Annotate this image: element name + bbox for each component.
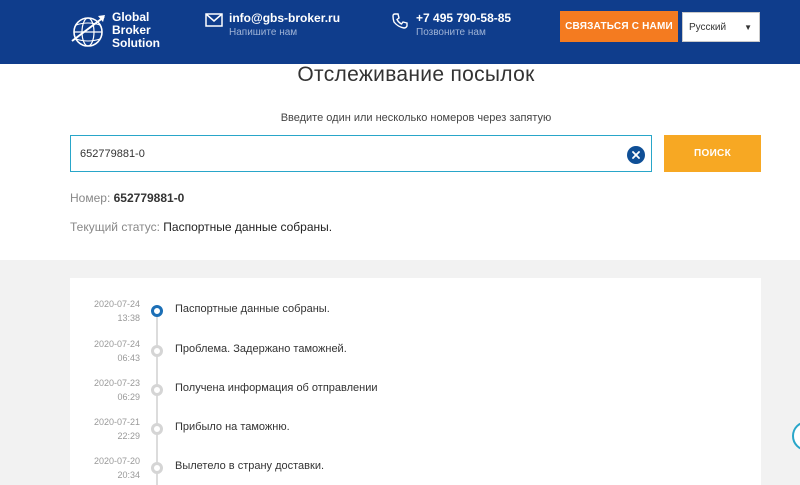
timeline-event-text: Получена информация об отправлении [175, 382, 378, 394]
page-title: Отслеживание посылок [297, 63, 535, 86]
language-value: Русский [689, 21, 727, 33]
phone-caption: Позвоните нам [416, 27, 486, 38]
timeline-event-text: Вылетело в страну доставки. [175, 460, 325, 472]
timeline-date: 2020-07-23 06:29 [93, 378, 140, 402]
timeline-event-text: Проблема. Задержано таможней. [175, 343, 347, 355]
language-select[interactable]: Русский ▼ [682, 12, 760, 42]
timeline-item: 2020-07-20 20:34 Вылетело в страну достав… [70, 454, 761, 485]
timeline-item: 2020-07-24 06:43 Проблема. Задержано тамо… [70, 337, 761, 373]
timeline-date: 2020-07-24 13:38 [93, 299, 140, 323]
timeline-dot [151, 384, 163, 396]
site-header: Global Broker Solution info@gbs-broker.r… [0, 0, 800, 64]
number-value: 652779881-0 [113, 191, 185, 205]
current-status-info: Текущий статус: Паспортные данные собран… [70, 220, 332, 234]
globe-logo-icon[interactable] [70, 11, 106, 51]
timeline-date: 2020-07-21 22:29 [93, 417, 140, 441]
timeline-date: 2020-07-24 06:43 [93, 339, 140, 363]
tracking-number-info: Номер: 652779881-0 [70, 191, 184, 205]
phone-icon [392, 13, 410, 29]
status-value: Паспортные данные собраны. [163, 220, 333, 234]
timeline-item: 2020-07-24 13:38 Паспортные данные собран… [70, 297, 761, 333]
timeline-dot [151, 462, 163, 474]
tracking-input-box [70, 135, 652, 172]
clear-icon[interactable] [627, 146, 645, 164]
timeline-dot-active [151, 305, 163, 317]
envelope-icon [205, 13, 223, 29]
instruction-text: Введите один или несколько номеров через… [280, 112, 552, 124]
contact-phone[interactable]: +7 495 790-58-85 Позвоните нам [392, 11, 542, 47]
timeline-event-text: Паспортные данные собраны. [175, 303, 330, 315]
timeline-item: 2020-07-21 22:29 Прибыло на таможню. [70, 415, 761, 451]
contact-email[interactable]: info@gbs-broker.ru Напишите нам [205, 11, 375, 47]
email-caption: Напишите нам [229, 27, 298, 38]
contact-us-button[interactable]: СВЯЗАТЬСЯ С НАМИ [560, 11, 678, 42]
status-label: Текущий статус: [70, 220, 160, 234]
search-button[interactable]: ПОИСК [664, 135, 761, 172]
timeline-dot [151, 345, 163, 357]
chevron-down-icon: ▼ [744, 23, 752, 32]
number-label: Номер: [70, 191, 111, 205]
phone-link[interactable]: +7 495 790-58-85 [416, 11, 511, 25]
brand-name[interactable]: Global Broker Solution [112, 11, 160, 50]
timeline-item: 2020-07-23 06:29 Получена информация об о… [70, 376, 761, 412]
timeline-event-text: Прибыло на таможню. [175, 421, 290, 433]
timeline-dot [151, 423, 163, 435]
email-link[interactable]: info@gbs-broker.ru [229, 11, 340, 25]
tracking-number-input[interactable] [71, 136, 621, 171]
timeline-date: 2020-07-20 20:34 [93, 456, 140, 480]
